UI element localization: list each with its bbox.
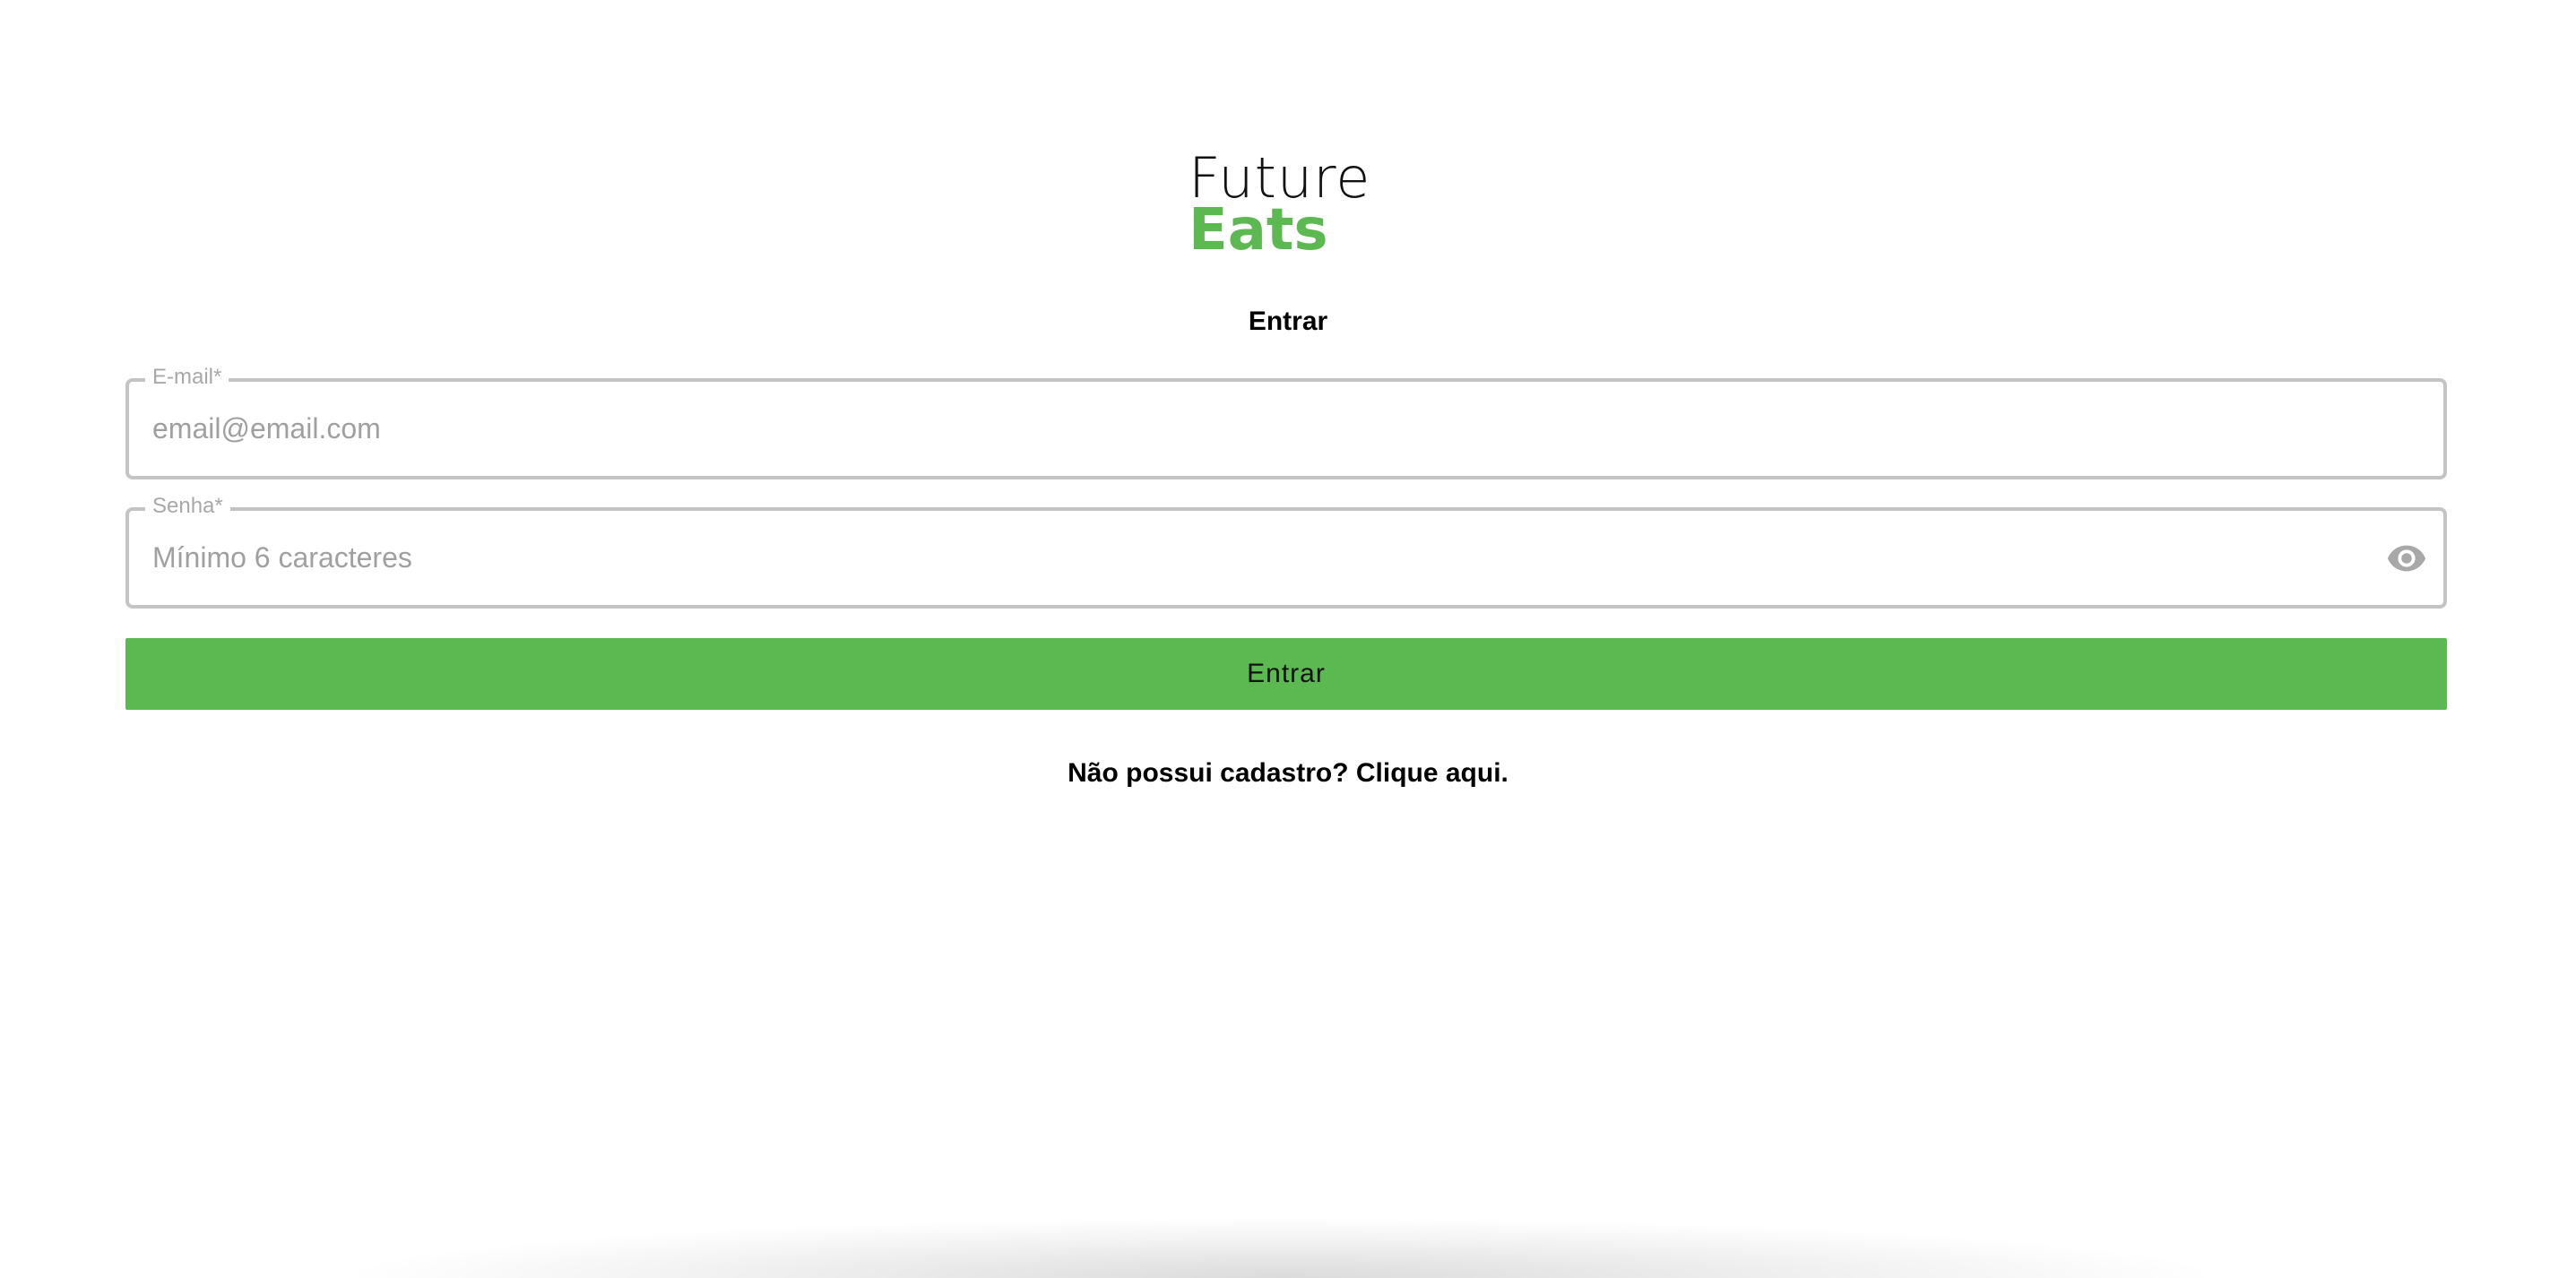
email-field: E-mail* — [125, 364, 2447, 479]
signup-link[interactable]: Não possui cadastro? Clique aqui. — [1068, 758, 1508, 788]
future-eats-logo: Future Eats — [1189, 149, 1404, 265]
email-input[interactable] — [152, 382, 2339, 476]
signup-prompt: Não possui cadastro? Clique aqui. — [0, 758, 2576, 789]
password-input[interactable] — [152, 511, 2339, 605]
logo-text-eats: Eats — [1189, 197, 1328, 263]
login-button[interactable]: Entrar — [125, 638, 2447, 710]
login-page: Future Eats Entrar E-mail* Senha* Entrar… — [0, 0, 2576, 1278]
eye-icon — [2387, 545, 2426, 572]
password-field: Senha* — [125, 493, 2447, 609]
bottom-shadow — [359, 1219, 2205, 1278]
form-title: Entrar — [1248, 307, 1328, 336]
show-password-toggle[interactable] — [2382, 534, 2431, 583]
